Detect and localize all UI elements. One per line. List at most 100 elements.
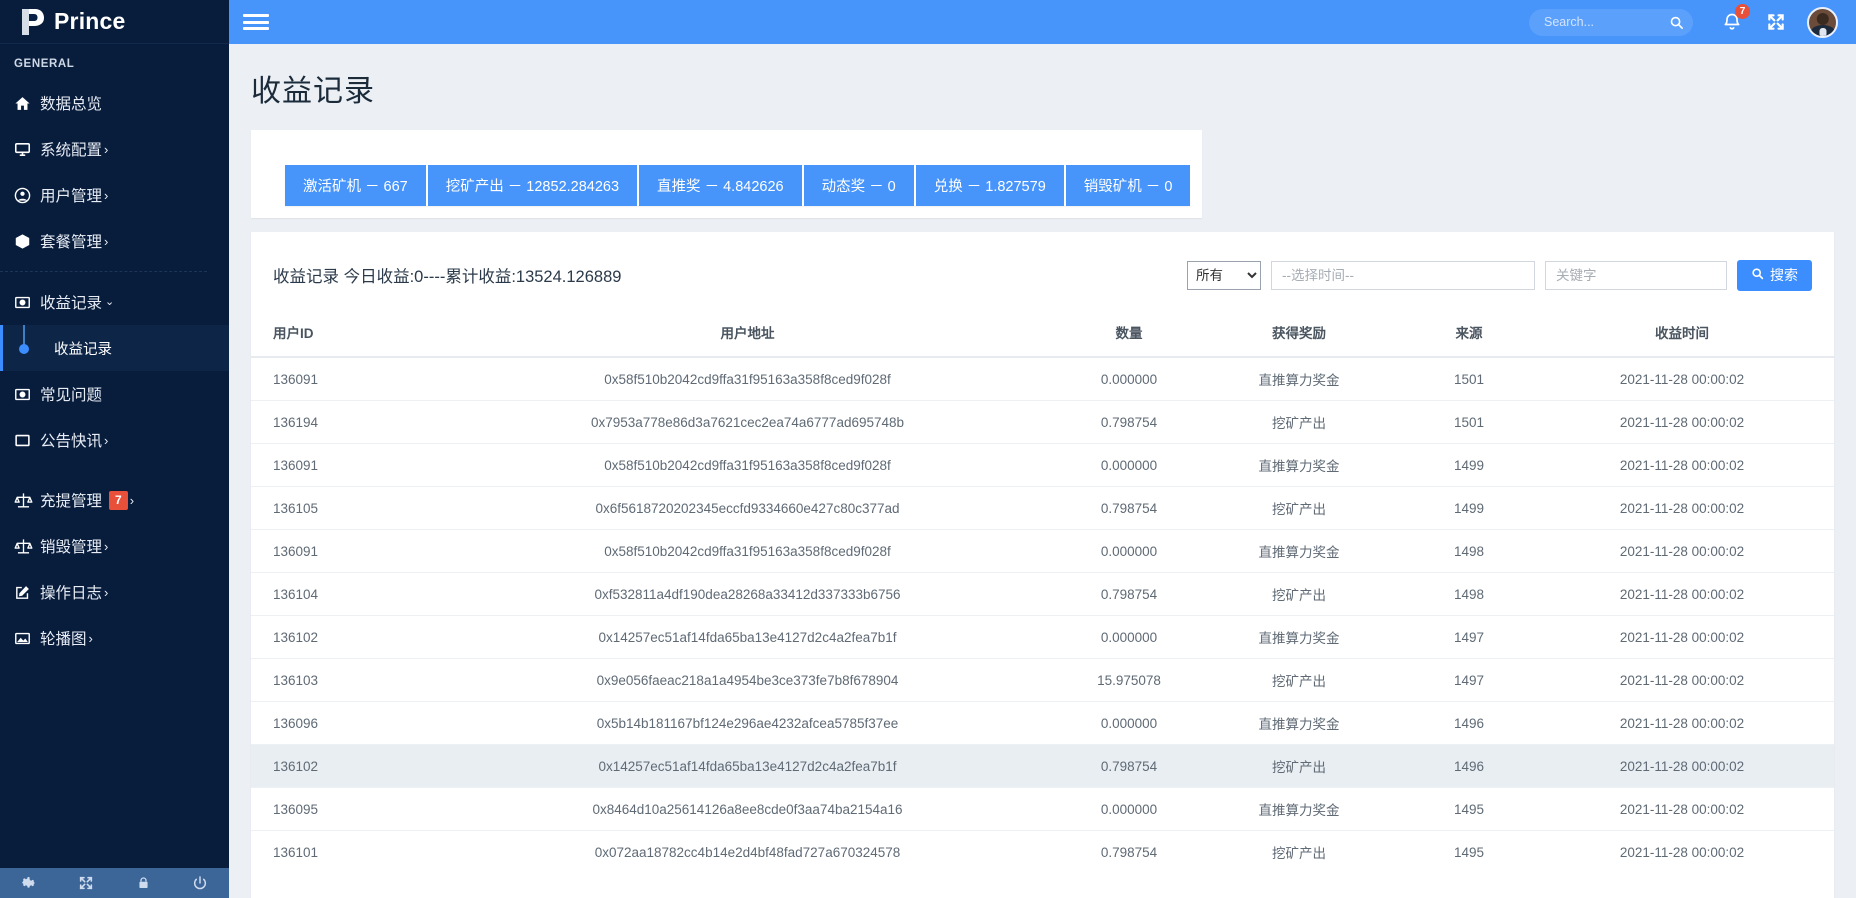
cell-time: 2021-11-28 00:00:02 [1544, 401, 1834, 444]
sidebar-item-earnings-records[interactable]: 收益记录 ⌄ [0, 279, 229, 325]
sidebar-subitem-earnings-records[interactable]: 收益记录 [0, 325, 229, 371]
lock-icon[interactable] [115, 875, 172, 891]
cell-source: 1501 [1394, 401, 1544, 444]
cell-amount: 0.798754 [1054, 831, 1204, 874]
cell-address: 0x58f510b2042cd9ffa31f95163a358f8ced9f02… [441, 530, 1054, 573]
cell-reward: 挖矿产出 [1204, 573, 1394, 616]
cell-user-id: 136091 [251, 357, 441, 401]
stat-button-direct-bonus[interactable]: 直推奖 － 4.842626 [639, 165, 802, 206]
power-icon[interactable] [172, 875, 229, 891]
table-body: 1360910x58f510b2042cd9ffa31f95163a358f8c… [251, 357, 1834, 873]
expand-icon[interactable] [57, 875, 114, 891]
search-button[interactable]: 搜索 [1737, 260, 1812, 291]
table-row[interactable]: 1361020x14257ec51af14fda65ba13e4127d2c4a… [251, 616, 1834, 659]
stat-button-dynamic-bonus[interactable]: 动态奖 － 0 [804, 165, 914, 206]
cell-amount: 0.798754 [1054, 573, 1204, 616]
cell-user-id: 136091 [251, 530, 441, 573]
avatar[interactable] [1807, 7, 1838, 38]
table-row[interactable]: 1361010x072aa18782cc4b14e2d4bf48fad727a6… [251, 831, 1834, 874]
sidebar-item-announcements[interactable]: 公告快讯 › [0, 417, 229, 463]
hamburger-icon[interactable] [243, 11, 269, 33]
cell-amount: 0.798754 [1054, 745, 1204, 788]
expand-arrows-icon[interactable] [1759, 5, 1793, 39]
table-row[interactable]: 1360950x8464d10a25614126a8ee8cde0f3aa74b… [251, 788, 1834, 831]
table-row[interactable]: 1360910x58f510b2042cd9ffa31f95163a358f8c… [251, 530, 1834, 573]
table-row[interactable]: 1360910x58f510b2042cd9ffa31f95163a358f8c… [251, 357, 1834, 401]
type-filter-select[interactable]: 所有 [1187, 261, 1261, 290]
stat-button-active-miners[interactable]: 激活矿机 － 667 [285, 165, 426, 206]
sidebar: Prince GENERAL 数据总览 系统配置 › [0, 0, 229, 898]
cell-amount: 0.798754 [1054, 401, 1204, 444]
global-search[interactable] [1529, 9, 1693, 36]
cell-amount: 0.000000 [1054, 616, 1204, 659]
cell-time: 2021-11-28 00:00:02 [1544, 530, 1834, 573]
table-row[interactable]: 1361050x6f5618720202345eccfd9334660e427c… [251, 487, 1834, 530]
cell-user-id: 136102 [251, 745, 441, 788]
stat-button-exchange[interactable]: 兑换 － 1.827579 [916, 165, 1064, 206]
stat-button-burned-miners[interactable]: 销毁矿机 － 0 [1066, 165, 1191, 206]
search-icon[interactable] [1665, 11, 1687, 33]
table-row[interactable]: 1361030x9e056faeac218a1a4954be3ce373fe7b… [251, 659, 1834, 702]
balance-icon [14, 537, 40, 556]
prince-p-logo-icon [18, 7, 46, 37]
chevron-right-icon: › [104, 189, 108, 202]
cell-user-id: 136103 [251, 659, 441, 702]
sidebar-spacer [0, 463, 229, 477]
sidebar-item-faq[interactable]: 常见问题 [0, 371, 229, 417]
cell-address: 0x7953a778e86d3a7621cec2ea74a6777ad69574… [441, 401, 1054, 444]
chevron-right-icon: › [104, 586, 108, 599]
cell-amount: 0.000000 [1054, 530, 1204, 573]
sidebar-item-label: 套餐管理 [40, 230, 102, 252]
sidebar-item-package-management[interactable]: 套餐管理 › [0, 218, 229, 264]
table-row[interactable]: 1361040xf532811a4df190dea28268a33412d337… [251, 573, 1834, 616]
cell-source: 1495 [1394, 831, 1544, 874]
table-row[interactable]: 1360960x5b14b181167bf124e296ae4232afcea5… [251, 702, 1834, 745]
chevron-right-icon: › [130, 494, 134, 507]
app-root: Prince GENERAL 数据总览 系统配置 › [0, 0, 1856, 898]
sidebar-item-operation-log[interactable]: 操作日志 › [0, 569, 229, 615]
cell-time: 2021-11-28 00:00:02 [1544, 616, 1834, 659]
cell-address: 0xf532811a4df190dea28268a33412d337333b67… [441, 573, 1054, 616]
cell-source: 1498 [1394, 530, 1544, 573]
cell-reward: 挖矿产出 [1204, 401, 1394, 444]
brand-logo-area[interactable]: Prince [0, 0, 229, 44]
sidebar-item-deposit-withdraw[interactable]: 充提管理 7 › [0, 477, 229, 523]
cell-time: 2021-11-28 00:00:02 [1544, 745, 1834, 788]
sidebar-item-user-management[interactable]: 用户管理 › [0, 172, 229, 218]
cell-amount: 0.000000 [1054, 702, 1204, 745]
gear-icon[interactable] [0, 875, 57, 891]
stats-container: 激活矿机 － 667 挖矿产出 － 12852.284263 直推奖 － 4.8… [251, 130, 1202, 218]
cell-user-id: 136095 [251, 788, 441, 831]
table-row[interactable]: 1360910x58f510b2042cd9ffa31f95163a358f8c… [251, 444, 1834, 487]
cell-time: 2021-11-28 00:00:02 [1544, 702, 1834, 745]
keyword-input[interactable] [1545, 261, 1727, 290]
cell-user-id: 136194 [251, 401, 441, 444]
sidebar-subitem-label: 收益记录 [40, 338, 112, 359]
earnings-panel: 收益记录 今日收益:0----累计收益:13524.126889 所有 [251, 232, 1834, 898]
cell-address: 0x6f5618720202345eccfd9334660e427c80c377… [441, 487, 1054, 530]
cell-amount: 0.000000 [1054, 788, 1204, 831]
cell-time: 2021-11-28 00:00:02 [1544, 788, 1834, 831]
sidebar-item-label: 轮播图 [40, 627, 87, 649]
cell-reward: 直推算力奖金 [1204, 616, 1394, 659]
table-row[interactable]: 1361020x14257ec51af14fda65ba13e4127d2c4a… [251, 745, 1834, 788]
date-range-input[interactable] [1271, 261, 1535, 290]
sidebar-item-system-config[interactable]: 系统配置 › [0, 126, 229, 172]
cell-address: 0x58f510b2042cd9ffa31f95163a358f8ced9f02… [441, 357, 1054, 401]
cell-address: 0x58f510b2042cd9ffa31f95163a358f8ced9f02… [441, 444, 1054, 487]
table-row[interactable]: 1361940x7953a778e86d3a7621cec2ea74a6777a… [251, 401, 1834, 444]
filter-bar: 所有 搜索 [1187, 260, 1812, 291]
cell-source: 1497 [1394, 616, 1544, 659]
sidebar-item-burn-management[interactable]: 销毁管理 › [0, 523, 229, 569]
pencil-square-icon [14, 584, 40, 601]
search-input[interactable] [1542, 14, 1665, 30]
bell-icon[interactable]: 7 [1715, 5, 1749, 39]
chevron-right-icon: › [104, 434, 108, 447]
sidebar-item-carousel[interactable]: 轮播图 › [0, 615, 229, 661]
sidebar-item-data-overview[interactable]: 数据总览 [0, 80, 229, 126]
stat-button-mining-output[interactable]: 挖矿产出 － 12852.284263 [428, 165, 637, 206]
cell-source: 1501 [1394, 357, 1544, 401]
cell-time: 2021-11-28 00:00:02 [1544, 444, 1834, 487]
sidebar-item-label: 用户管理 [40, 184, 102, 206]
cell-source: 1499 [1394, 487, 1544, 530]
